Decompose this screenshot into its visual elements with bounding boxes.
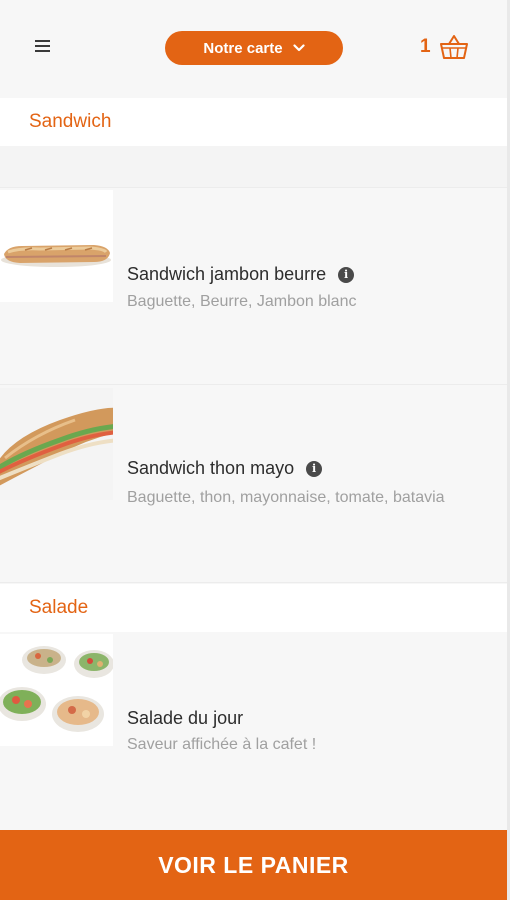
section-title: Salade bbox=[29, 597, 89, 618]
menu-item-sandwich-thon-mayo[interactable]: Sandwich thon mayo i Baguette, thon, may… bbox=[0, 386, 507, 583]
sandwich-thon-mayo-image bbox=[0, 388, 113, 500]
sandwich-jambon-beurre-image bbox=[0, 190, 113, 302]
top-header: Notre carte 1 bbox=[0, 0, 507, 96]
item-name: Salade du jour bbox=[127, 708, 244, 728]
category-dropdown-label: Notre carte bbox=[203, 39, 283, 57]
section-spacer bbox=[0, 146, 507, 188]
item-description: Baguette, thon, mayonnaise, tomate, bata… bbox=[127, 489, 445, 506]
basket-icon bbox=[439, 35, 468, 59]
item-name: Sandwich thon mayo bbox=[127, 458, 295, 478]
cart-count: 1 bbox=[420, 36, 431, 57]
view-cart-label: VOIR LE PANIER bbox=[158, 851, 349, 878]
section-title: Sandwich bbox=[29, 111, 112, 132]
view-cart-button[interactable]: VOIR LE PANIER bbox=[0, 830, 507, 900]
info-icon[interactable]: i bbox=[306, 460, 323, 477]
item-description: Baguette, Beurre, Jambon blanc bbox=[127, 293, 357, 310]
item-description: Saveur affichée à la cafet ! bbox=[127, 736, 317, 753]
menu-item-salade-du-jour[interactable]: Salade du jour Saveur affichée à la cafe… bbox=[0, 632, 507, 830]
section-header-sandwich: Sandwich bbox=[0, 98, 507, 146]
chevron-down-icon bbox=[292, 44, 305, 52]
item-name-row: Salade du jour bbox=[127, 708, 243, 729]
salade-du-jour-image bbox=[0, 634, 113, 746]
item-name-row: Sandwich thon mayo i bbox=[127, 458, 323, 479]
item-name-row: Sandwich jambon beurre i bbox=[127, 264, 355, 285]
item-name: Sandwich jambon beurre bbox=[127, 264, 327, 284]
cart-button[interactable]: 1 bbox=[420, 30, 469, 64]
menu-item-sandwich-jambon-beurre[interactable]: Sandwich jambon beurre i Baguette, Beurr… bbox=[0, 188, 507, 385]
category-dropdown-button[interactable]: Notre carte bbox=[165, 31, 343, 65]
section-header-salade: Salade bbox=[0, 584, 507, 632]
hamburger-menu-icon[interactable] bbox=[30, 34, 54, 58]
info-icon[interactable]: i bbox=[338, 266, 355, 283]
